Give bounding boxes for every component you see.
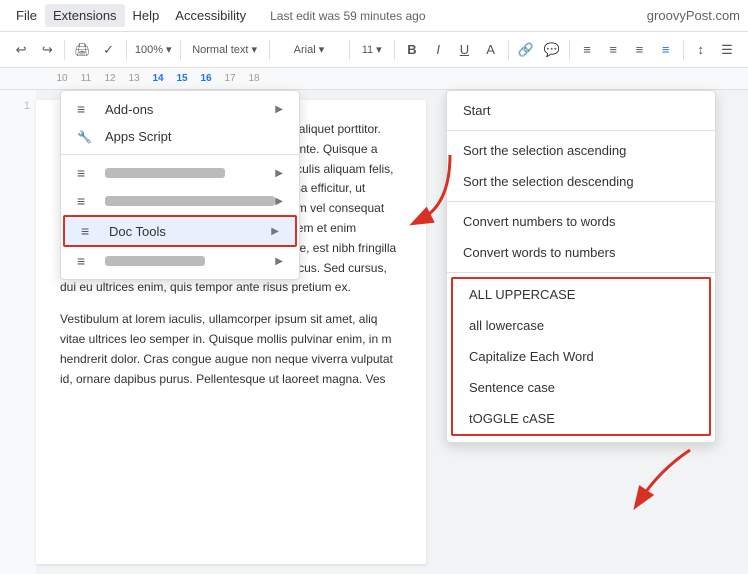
addons-arrow: ▶ — [275, 104, 283, 115]
comment-button[interactable]: 💬 — [540, 36, 564, 64]
toolbar-separator-1 — [64, 40, 65, 60]
submenu-start[interactable]: Start — [447, 95, 715, 126]
submenu-sort-asc[interactable]: Sort the selection ascending — [447, 135, 715, 166]
toolbar-separator-6 — [394, 40, 395, 60]
blurred-arrow-1: ▶ — [275, 168, 283, 179]
toolbar-separator-3 — [180, 40, 181, 60]
bold-button[interactable]: B — [400, 36, 424, 64]
submenu-divider-2 — [447, 201, 715, 202]
ruler-numbers: 10 11 12 13 14 15 16 17 18 — [50, 73, 266, 84]
toolbar-separator-2 — [126, 40, 127, 60]
menu-help[interactable]: Help — [125, 4, 168, 27]
align-center-button[interactable]: ≡ — [601, 36, 625, 64]
normal-text-button[interactable]: Normal text ▾ — [186, 36, 264, 64]
blurred-arrow-2: ▶ — [275, 196, 283, 207]
blurred-item-3[interactable]: ≡ ▶ — [61, 247, 299, 275]
blurred-item-1[interactable]: ≡ ▶ — [61, 159, 299, 187]
submenu-divider-1 — [447, 130, 715, 131]
last-edit-text: Last edit was 59 minutes ago — [270, 9, 425, 23]
doc-tools-submenu[interactable]: Start Sort the selection ascending Sort … — [446, 90, 716, 443]
print-button[interactable]: 🖨 — [70, 36, 94, 64]
ruler-mark: 15 — [170, 73, 194, 84]
ruler-mark: 16 — [194, 73, 218, 84]
blurred-icon-3: ≡ — [77, 253, 97, 269]
list-button[interactable]: ☰ — [715, 36, 739, 64]
submenu-conv-words-num[interactable]: Convert words to numbers — [447, 237, 715, 268]
blurred-text-3 — [105, 256, 205, 266]
menubar: File Extensions Help Accessibility Last … — [0, 0, 748, 32]
case-group: ALL UPPERCASE all lowercase Capitalize E… — [451, 277, 711, 436]
align-left-button[interactable]: ≡ — [575, 36, 599, 64]
toolbar-separator-4 — [269, 40, 270, 60]
ruler-mark: 14 — [146, 73, 170, 84]
undo-button[interactable]: ↩ — [9, 36, 33, 64]
link-button[interactable]: 🔗 — [514, 36, 538, 64]
ruler-mark: 13 — [122, 73, 146, 84]
doc-tools-label: Doc Tools — [109, 224, 166, 239]
ruler: 10 11 12 13 14 15 16 17 18 — [0, 68, 748, 90]
menu-file[interactable]: File — [8, 4, 45, 27]
redo-button[interactable]: ↪ — [35, 36, 59, 64]
extensions-dropdown[interactable]: ≡ Add-ons ▶ 🔧 Apps Script ≡ ▶ ≡ ▶ ≡ Doc … — [60, 90, 300, 280]
color-button[interactable]: A — [479, 36, 503, 64]
addons-label: Add-ons — [105, 102, 153, 117]
ruler-mark: 10 — [50, 73, 74, 84]
menu-apps-script[interactable]: 🔧 Apps Script — [61, 123, 299, 150]
toolbar-separator-9 — [683, 40, 684, 60]
submenu-sort-desc[interactable]: Sort the selection descending — [447, 166, 715, 197]
ruler-mark: 12 — [98, 73, 122, 84]
menu-addons[interactable]: ≡ Add-ons ▶ — [61, 95, 299, 123]
font-button[interactable]: Arial ▾ — [274, 36, 343, 64]
submenu-sentence[interactable]: Sentence case — [453, 372, 709, 403]
toolbar-separator-8 — [569, 40, 570, 60]
ruler-mark: 11 — [74, 73, 98, 84]
doc-tools-icon: ≡ — [81, 223, 101, 239]
site-name: groovyPost.com — [647, 8, 740, 23]
menu-divider-1 — [61, 154, 299, 155]
line-spacing-button[interactable]: ↕ — [689, 36, 713, 64]
line-numbers: 1 — [0, 90, 36, 574]
ruler-mark: 17 — [218, 73, 242, 84]
toolbar-separator-7 — [508, 40, 509, 60]
zoom-button[interactable]: 100% ▾ — [132, 36, 175, 64]
align-right-button[interactable]: ≡ — [627, 36, 651, 64]
submenu-conv-num-words[interactable]: Convert numbers to words — [447, 206, 715, 237]
blurred-icon-2: ≡ — [77, 193, 97, 209]
blurred-text-1 — [105, 168, 225, 178]
red-arrow-2 — [620, 440, 710, 520]
menu-accessibility[interactable]: Accessibility — [167, 4, 254, 27]
paragraph-2: Vestibulum at lorem iaculis, ullamcorper… — [60, 310, 402, 389]
main-area: 1 porta non lectus. Maecenas a enim nec … — [0, 90, 748, 574]
apps-script-icon: 🔧 — [77, 130, 97, 144]
align-justify-button[interactable]: ≡ — [654, 36, 678, 64]
submenu-all-lower[interactable]: all lowercase — [453, 310, 709, 341]
menu-extensions[interactable]: Extensions — [45, 4, 125, 27]
addons-icon: ≡ — [77, 101, 97, 117]
blurred-arrow-3: ▶ — [275, 256, 283, 267]
ruler-mark: 18 — [242, 73, 266, 84]
submenu-divider-3 — [447, 272, 715, 273]
blurred-text-2 — [105, 196, 275, 206]
blurred-icon-1: ≡ — [77, 165, 97, 181]
toolbar: ↩ ↪ 🖨 ✓ 100% ▾ Normal text ▾ Arial ▾ 11 … — [0, 32, 748, 68]
doc-tools-arrow: ▶ — [271, 226, 279, 237]
apps-script-label: Apps Script — [105, 129, 171, 144]
spellcheck-button[interactable]: ✓ — [97, 36, 121, 64]
italic-button[interactable]: I — [426, 36, 450, 64]
underline-button[interactable]: U — [452, 36, 476, 64]
font-size-button[interactable]: 11 ▾ — [354, 36, 389, 64]
submenu-cap-word[interactable]: Capitalize Each Word — [453, 341, 709, 372]
submenu-all-upper[interactable]: ALL UPPERCASE — [453, 279, 709, 310]
menu-doc-tools[interactable]: ≡ Doc Tools ▶ — [63, 215, 297, 247]
submenu-toggle[interactable]: tOGGLE cASE — [453, 403, 709, 434]
blurred-item-2[interactable]: ≡ ▶ — [61, 187, 299, 215]
toolbar-separator-5 — [349, 40, 350, 60]
line-number: 1 — [0, 100, 30, 112]
